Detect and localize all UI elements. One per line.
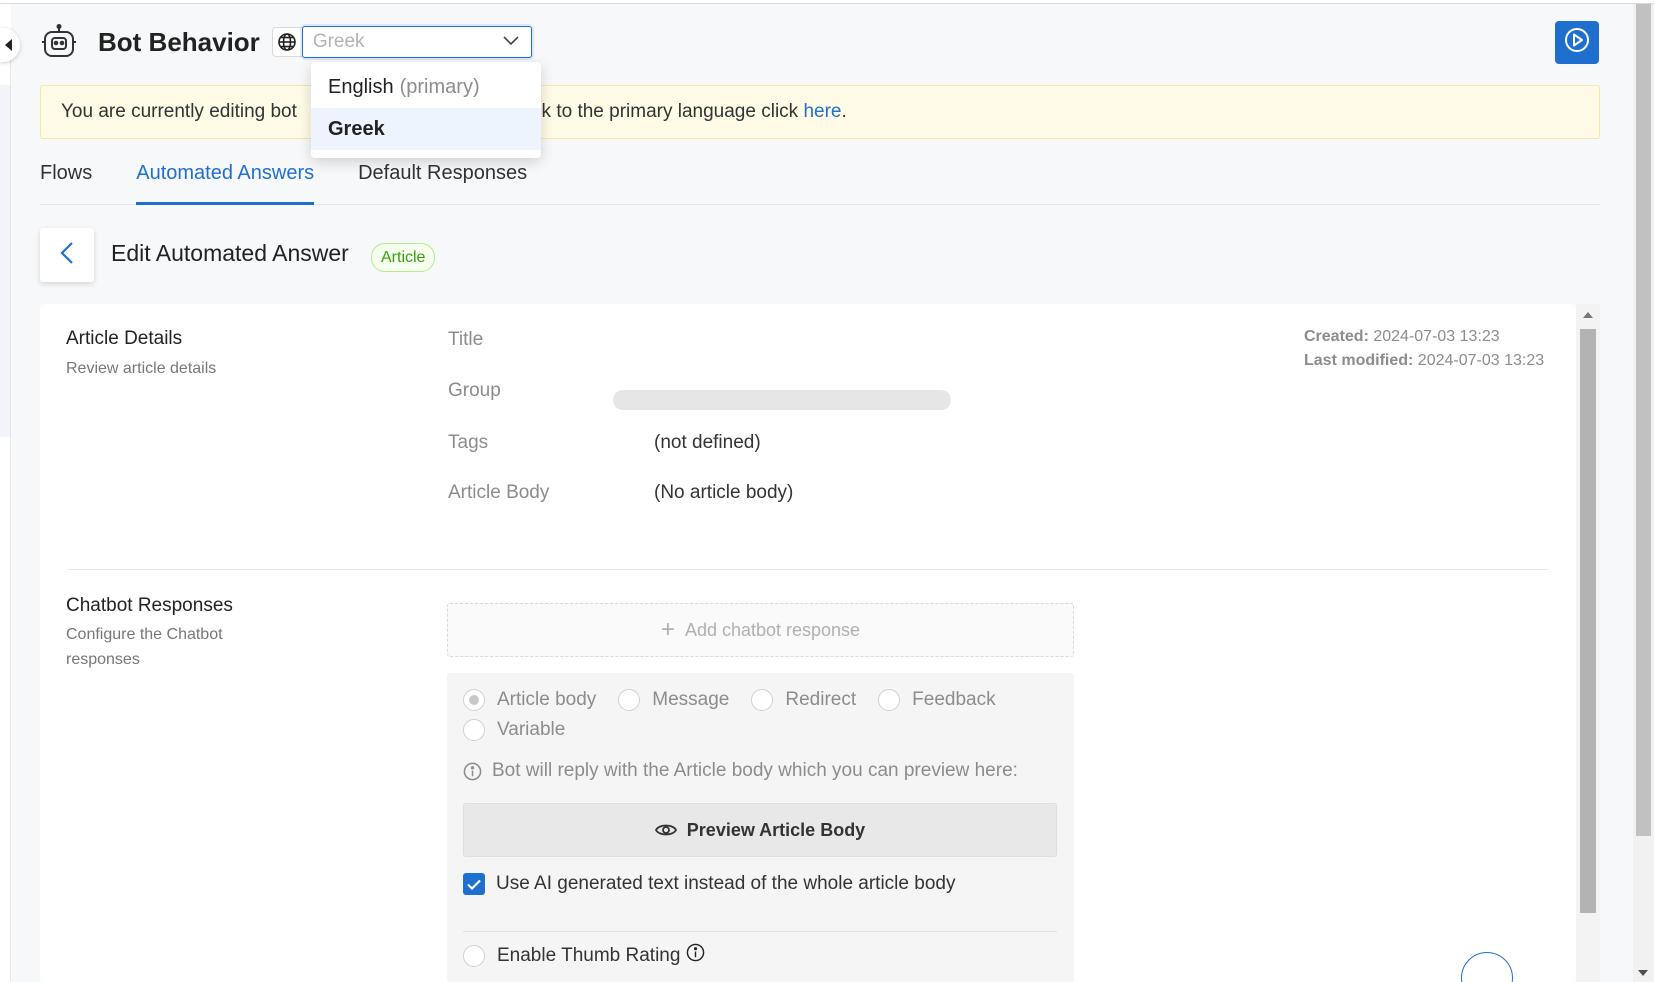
tab-automated-answers[interactable]: Automated Answers xyxy=(136,155,315,205)
info-icon xyxy=(463,762,482,781)
field-label-group: Group xyxy=(448,380,501,401)
radio-article-body[interactable] xyxy=(463,689,485,711)
ai-text-checkbox[interactable] xyxy=(463,873,485,895)
field-value-article-body: (No article body) xyxy=(654,482,794,503)
robot-icon xyxy=(40,23,78,61)
radio-label: Message xyxy=(652,689,730,710)
play-circle-icon xyxy=(1563,26,1591,59)
info-icon[interactable] xyxy=(686,943,705,962)
option-suffix: (primary) xyxy=(399,75,480,98)
field-label-article-body: Article Body xyxy=(448,482,550,503)
back-button[interactable] xyxy=(40,228,94,282)
answer-details-card: Article Details Review article details T… xyxy=(40,304,1576,982)
response-type-radio-group-row2: Variable xyxy=(463,719,587,741)
scroll-down-icon[interactable] xyxy=(1638,970,1648,976)
response-config-panel: Article body Message Redirect Feedback V… xyxy=(447,673,1074,982)
created-value: 2024-07-03 13:23 xyxy=(1373,328,1500,345)
chatbot-responses-title: Chatbot Responses xyxy=(66,595,233,616)
section-heading: Edit Automated Answer xyxy=(111,240,349,266)
scrollbar-thumb[interactable] xyxy=(1580,329,1596,913)
option-label: Greek xyxy=(328,117,385,140)
language-select-value: Greek xyxy=(312,31,365,52)
thumb-rating-toggle[interactable] xyxy=(463,945,485,967)
type-badge: Article xyxy=(371,243,436,272)
banner-text-end: back to the primary language click xyxy=(510,101,799,122)
page-header: Bot Behavior Greek xyxy=(40,22,532,62)
chatbot-responses-subtitle: Configure the Chatbot responses xyxy=(66,622,223,672)
language-notice-banner: You are currently editing bot back to th… xyxy=(40,85,1600,139)
page-title: Bot Behavior xyxy=(98,26,260,57)
radio-feedback[interactable] xyxy=(878,689,901,711)
field-label-title: Title xyxy=(448,329,484,350)
field-label-tags: Tags xyxy=(448,432,489,453)
panel-divider xyxy=(463,931,1057,932)
tab-default-responses[interactable]: Default Responses xyxy=(358,155,527,205)
window-scrollbar[interactable] xyxy=(1633,4,1654,982)
preview-button-label: Preview Article Body xyxy=(686,819,866,840)
language-select[interactable]: Greek xyxy=(301,26,532,58)
article-details-title: Article Details xyxy=(66,328,183,349)
option-label: English xyxy=(328,75,394,98)
banner-link-here[interactable]: here xyxy=(803,101,841,123)
tab-bar: Flows Automated Answers Default Response… xyxy=(40,155,1600,205)
radio-label: Variable xyxy=(497,719,566,740)
radio-label: Feedback xyxy=(912,689,996,710)
plus-icon: + xyxy=(660,616,675,643)
section-divider xyxy=(68,569,1548,570)
thumb-rating-option: Enable Thumb Rating xyxy=(463,943,705,967)
card-scrollbar[interactable] xyxy=(1576,304,1600,982)
radio-message[interactable] xyxy=(618,689,641,711)
article-body-info: Bot will reply with the Article body whi… xyxy=(463,760,1018,782)
chevron-down-icon xyxy=(503,33,519,51)
scroll-up-icon[interactable] xyxy=(1583,312,1593,318)
created-label: Created: xyxy=(1304,328,1369,345)
modified-value: 2024-07-03 13:23 xyxy=(1417,352,1545,369)
subtitle-line-2: responses xyxy=(66,651,140,668)
tab-flows[interactable]: Flows xyxy=(40,155,92,205)
modified-label: Last modified: xyxy=(1304,352,1414,369)
window-scrollbar-thumb[interactable] xyxy=(1636,4,1651,836)
chevron-left-icon xyxy=(60,241,74,269)
thumb-rating-label: Enable Thumb Rating xyxy=(497,945,681,966)
radio-variable[interactable] xyxy=(463,719,485,741)
ai-text-option: Use AI generated text instead of the who… xyxy=(463,873,955,895)
eye-icon xyxy=(654,822,677,838)
response-type-radio-group: Article body Message Redirect Feedback xyxy=(463,689,1018,711)
globe-icon xyxy=(271,27,302,57)
caret-left-icon xyxy=(4,39,12,51)
add-chatbot-response-button[interactable]: + Add chatbot response xyxy=(447,603,1074,657)
radio-redirect[interactable] xyxy=(751,689,774,711)
language-option-greek[interactable]: Greek xyxy=(311,108,541,150)
group-value-redacted xyxy=(613,390,951,410)
banner-period: . xyxy=(841,101,847,122)
field-value-tags: (not defined) xyxy=(654,432,761,453)
info-text: Bot will reply with the Article body whi… xyxy=(492,760,1018,781)
run-bot-button[interactable] xyxy=(1555,21,1599,64)
ai-text-label: Use AI generated text instead of the who… xyxy=(496,873,956,894)
sidebar-edge xyxy=(0,85,10,437)
radio-label: Article body xyxy=(497,689,597,710)
banner-text-start: You are currently editing bot xyxy=(61,101,297,122)
language-dropdown-menu: English (primary) Greek xyxy=(311,62,541,158)
created-date: Created: 2024-07-03 13:23 xyxy=(1304,328,1500,346)
add-response-label: Add chatbot response xyxy=(684,619,861,640)
modified-date: Last modified: 2024-07-03 13:23 xyxy=(1304,352,1544,370)
sidebar-divider xyxy=(10,60,11,982)
preview-article-body-button[interactable]: Preview Article Body xyxy=(463,803,1057,857)
language-option-english[interactable]: English (primary) xyxy=(311,66,541,108)
radio-label: Redirect xyxy=(785,689,857,710)
subtitle-line-1: Configure the Chatbot xyxy=(66,626,223,643)
language-selector[interactable]: Greek xyxy=(271,26,532,58)
article-details-subtitle: Review article details xyxy=(66,360,217,377)
